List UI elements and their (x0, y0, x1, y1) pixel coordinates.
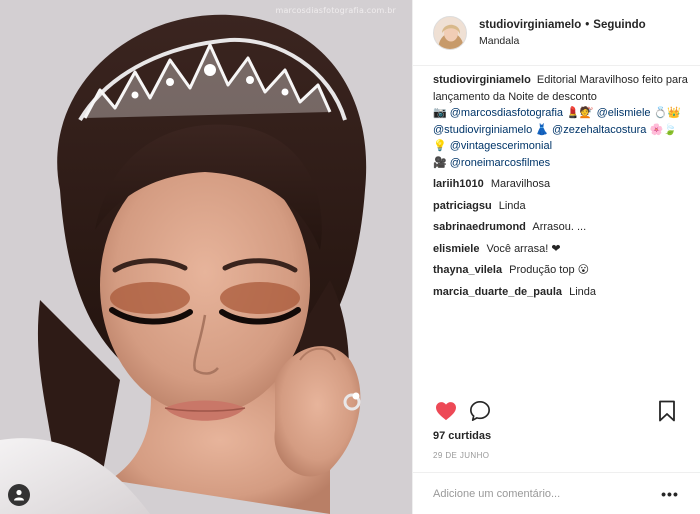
location-link[interactable]: Mandala (479, 35, 646, 47)
camera-emoji: 📷 (433, 107, 447, 119)
mention-link[interactable]: @studiovirginiamelo (433, 124, 532, 136)
header-username[interactable]: studiovirginiamelo (479, 19, 581, 31)
following-button[interactable]: Seguindo (593, 19, 645, 31)
speech-bubble-icon (470, 401, 490, 421)
comment-text: Arrasou. ... (532, 221, 587, 233)
post-actions (433, 397, 680, 425)
post-date: 29 DE JUNHO (433, 451, 490, 460)
comment-item: sabrinaedrumond Arrasou. ... (433, 219, 688, 236)
comment-username[interactable]: patriciagsu (433, 200, 492, 212)
comment-item: thayna_vilela Produção top 😮 (433, 262, 688, 279)
photo-watermark: marcosdiasfotografia.com.br (275, 6, 396, 15)
likes-count[interactable]: 97 curtidas (433, 430, 491, 442)
post-header: studiovirginiamelo • Seguindo Mandala (413, 0, 700, 66)
film-camera-emoji: 🎥 (433, 156, 447, 169)
comment-username[interactable]: thayna_vilela (433, 264, 502, 276)
ring-emoji: 💍👑 (653, 107, 682, 119)
bride-portrait-illustration (0, 0, 412, 514)
person-icon (14, 489, 24, 501)
comment-username[interactable]: lariih1010 (433, 178, 484, 190)
add-comment-bar: ••• (413, 472, 700, 514)
like-button[interactable] (433, 398, 459, 424)
mention-link[interactable]: @zezehaltacostura (552, 124, 646, 136)
comment-item: patriciagsu Linda (433, 198, 688, 215)
comment-text: Maravilhosa (490, 178, 551, 190)
comment-username[interactable]: elismiele (433, 243, 479, 255)
comment-username[interactable]: sabrinaedrumond (433, 221, 526, 233)
post-photo[interactable]: marcosdiasfotografia.com.br (0, 0, 412, 514)
tagged-users-button[interactable] (8, 484, 30, 506)
avatar[interactable] (433, 15, 467, 50)
heart-filled-icon (436, 402, 456, 421)
comment-text: Linda (569, 285, 596, 298)
post-side-panel: studiovirginiamelo • Seguindo Mandala st… (412, 0, 700, 514)
save-button[interactable] (654, 398, 680, 424)
makeup-emoji: 💄💇 (566, 107, 594, 119)
mention-link[interactable]: @elismiele (597, 107, 651, 119)
bookmark-icon (659, 400, 675, 422)
mention-link[interactable]: @vintagescerimonial (450, 140, 552, 152)
post-caption: studiovirginiamelo Editorial Maravilhoso… (433, 72, 688, 171)
avatar-image (434, 16, 466, 49)
more-options-button[interactable]: ••• (660, 484, 680, 504)
caption-username[interactable]: studiovirginiamelo (433, 74, 531, 86)
comment-item: lariih1010 Maravilhosa (433, 176, 688, 193)
comments-list: studiovirginiamelo Editorial Maravilhoso… (433, 72, 688, 305)
comment-item: marcia_duarte_de_paula Linda (433, 284, 688, 301)
instagram-post: marcosdiasfotografia.com.br studiovirgin (0, 0, 700, 514)
comment-text: Você arrasa! ❤ (486, 242, 561, 255)
comment-item: elismiele Você arrasa! ❤ (433, 241, 688, 258)
comment-input[interactable] (433, 487, 660, 500)
dress-emoji: 👗 (535, 123, 549, 136)
mention-link[interactable]: @roneimarcosfilmes (450, 157, 550, 169)
comment-text: Produção top 😮 (509, 264, 590, 276)
header-separator: • (585, 18, 590, 31)
mention-link[interactable]: @marcosdiasfotografia (450, 107, 563, 119)
comment-text: Linda (498, 199, 526, 212)
comment-username[interactable]: marcia_duarte_de_paula (433, 286, 562, 298)
comment-button[interactable] (467, 398, 493, 424)
